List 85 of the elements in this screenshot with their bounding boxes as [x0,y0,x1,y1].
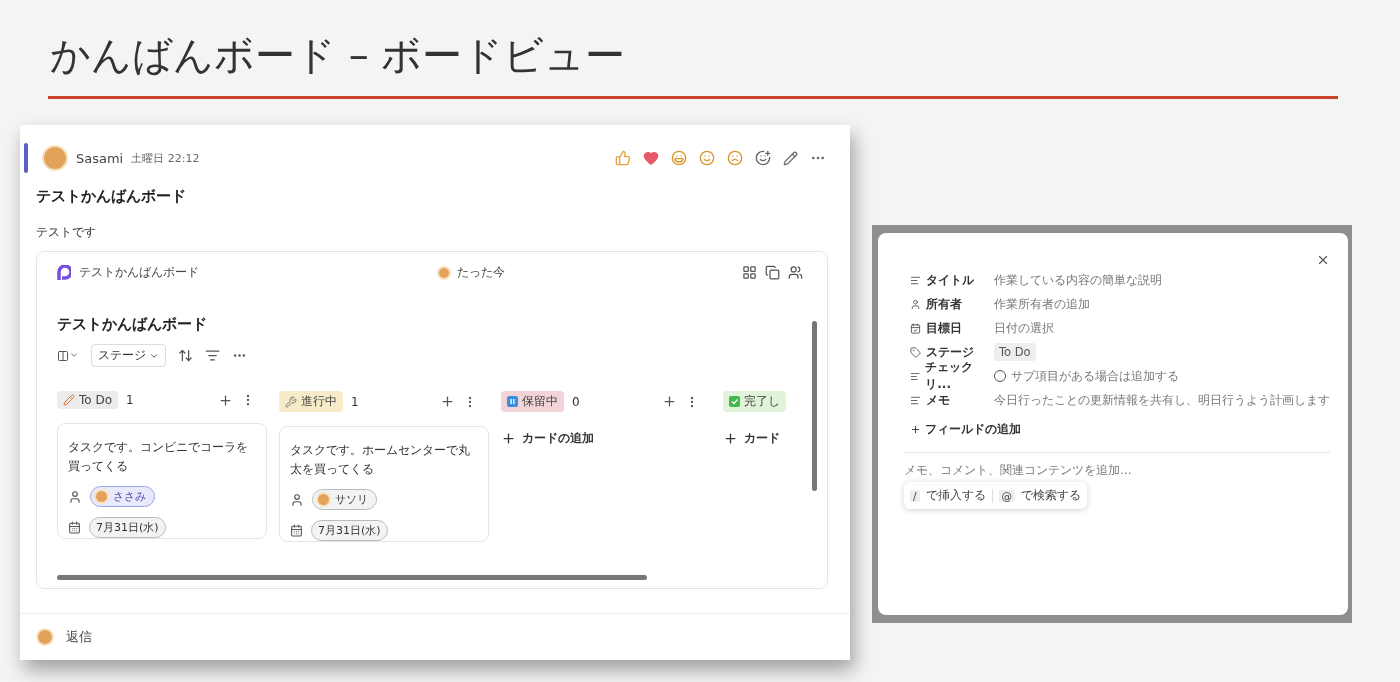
add-icon[interactable] [662,394,677,409]
avatar [42,145,68,171]
calendar-icon [68,521,81,535]
close-icon [1316,253,1330,267]
slide-title: かんばんボード – ボードビュー [49,31,627,80]
edit-icon[interactable] [783,150,798,166]
field-label: 目標日 [926,319,962,337]
card-count: 1 [126,393,134,407]
avatar [36,628,54,646]
copy-icon[interactable] [765,265,780,280]
add-card-button[interactable]: カードの追加 [501,426,711,451]
add-field-button[interactable]: フィールドの追加 [910,421,1330,438]
loop-app-title: テストかんばんボード [79,264,199,281]
apps-icon[interactable] [742,265,757,280]
add-icon[interactable] [440,394,455,409]
updated-time: たった今 [456,264,505,281]
vertical-scrollbar[interactable] [812,321,817,491]
people-icon[interactable] [788,265,803,280]
field-value[interactable]: 今日行ったことの更新情報を共有し、明日行うよう計画します [994,392,1330,408]
avatar [94,489,109,505]
board-title: テストかんばんボード [57,315,208,334]
text-lines-icon [910,274,921,286]
due-date-chip[interactable]: 7月31日(水) [89,517,166,539]
add-icon[interactable] [218,392,233,408]
hint-text: で挿入する [925,487,986,504]
field-value[interactable]: 作業している内容の簡単な説明 [994,272,1162,288]
field-label: チェックリ... [925,359,975,393]
heart-icon[interactable] [643,150,659,166]
avatar [316,492,331,508]
shortcut-key: @ [998,489,1016,502]
owner-chip[interactable]: ささみ [90,486,155,508]
checklist-circle[interactable] [994,370,1006,382]
view-toggle[interactable] [57,349,79,362]
message-subject: テストかんばんボード [35,186,187,206]
message-time: 土曜日 22:12 [131,150,200,166]
field-value[interactable]: 作業所有者の追加 [994,296,1090,312]
plus-icon [910,424,921,435]
field-label: ステージ [926,343,974,361]
avatar [436,265,451,280]
add-reaction-icon[interactable] [755,150,771,166]
hint-text: で検索する [1021,487,1082,504]
task-text: タスクです。ホームセンターで丸太を買ってくる [290,442,471,479]
add-card-button[interactable]: カード [723,426,812,451]
wrench-icon [285,395,297,408]
thumbs-up-icon[interactable] [615,150,631,166]
stage-chip[interactable]: To Do [994,343,1036,361]
text-lines-icon [910,394,921,406]
field-label: メモ [926,391,950,409]
group-by-dropdown[interactable]: ステージ [91,344,166,367]
stage-tag: 進行中 [279,391,343,412]
calendar-icon [290,524,303,538]
loop-logo-icon [57,264,71,281]
pause-icon [507,396,518,407]
field-value[interactable]: 日付の選択 [994,320,1054,336]
tag-icon [910,346,921,358]
person-icon [290,492,304,507]
plus-icon [501,431,516,446]
checkbox-icon [729,396,740,407]
due-date-chip[interactable]: 7月31日(水) [311,520,388,542]
task-card[interactable]: タスクです。ホームセンターで丸太を買ってくる サソリ 7月31日(水) [279,426,489,542]
field-label: 所有者 [926,295,962,313]
filter-icon[interactable] [205,348,220,363]
pencil-icon [63,394,75,406]
calendar-icon [910,322,921,334]
stage-tag: To Do [57,391,119,409]
horizontal-scrollbar[interactable] [57,575,647,580]
field-label: タイトル [926,271,974,289]
field-value[interactable]: サブ項目がある場合は追加する [1011,368,1179,384]
stage-tag: 保留中 [501,391,564,412]
card-count: 0 [572,394,580,409]
reply-button[interactable]: 返信 [66,628,92,646]
person-icon [68,489,82,504]
stage-tag: 完了し [723,391,786,412]
task-text: タスクです。コンビニでコーラを買ってくる [68,439,249,476]
card-count: 1 [351,394,359,409]
author-name: Sasami [76,150,124,166]
person-icon [910,298,921,310]
sort-icon[interactable] [178,348,193,363]
task-card[interactable]: タスクです。コンビニでコーラを買ってくる ささみ 7月31日(水) [57,423,267,539]
close-button[interactable] [1316,253,1330,267]
shortcut-key: / [910,489,920,502]
owner-chip[interactable]: サソリ [312,489,377,511]
text-lines-icon [910,370,921,382]
message-body: テストです [35,224,97,241]
plus-icon [723,431,738,446]
